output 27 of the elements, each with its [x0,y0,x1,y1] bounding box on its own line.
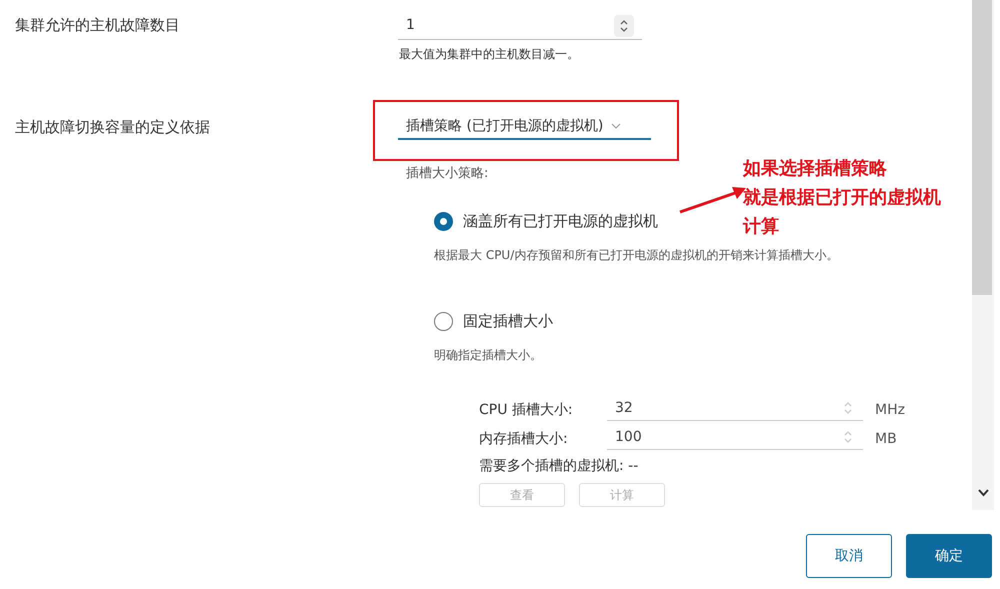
caret-icon [611,123,622,129]
radio-button[interactable] [434,312,453,331]
radio-option[interactable]: 固定插槽大小 [434,310,553,332]
annotation-text: 如果选择插槽策略 就是根据已打开的虚拟机 计算 [743,157,941,239]
confirm-button[interactable]: 确定 [906,534,992,578]
number-field[interactable]: 1 [398,12,642,40]
option-description: 根据最大 CPU/内存预留和所有已打开电源的虚拟机的开销来计算插槽大小。 [434,246,840,262]
policy-dropdown[interactable]: 插槽策略 (已打开电源的虚拟机) [398,114,651,140]
field-label: 主机故障切换容量的定义依据 [15,117,210,138]
radio-option[interactable]: 涵盖所有已打开电源的虚拟机 [434,210,658,232]
cancel-button[interactable]: 取消 [806,534,892,578]
vm-count-text: 需要多个插槽的虚拟机: -- [479,457,638,476]
number-field[interactable]: 32 [607,396,863,421]
radio-button[interactable] [434,212,453,231]
field-label: 内存插槽大小: [479,430,569,449]
scroll-down-icon[interactable] [978,489,989,497]
unit-label: MHz [875,401,905,420]
spinner-icon[interactable] [614,14,634,36]
unit-label: MB [875,430,897,449]
field-label: 集群允许的主机故障数目 [15,15,180,36]
scrollbar[interactable] [972,0,994,510]
field-label: CPU 插槽大小: [479,401,574,420]
scrollbar-thumb[interactable] [972,0,992,295]
section-label: 插槽大小策略: [406,165,488,183]
hint-text: 最大值为集群中的主机数目减一。 [399,46,579,63]
option-description: 明确指定插槽大小。 [434,346,543,362]
number-field[interactable]: 100 [607,425,863,450]
